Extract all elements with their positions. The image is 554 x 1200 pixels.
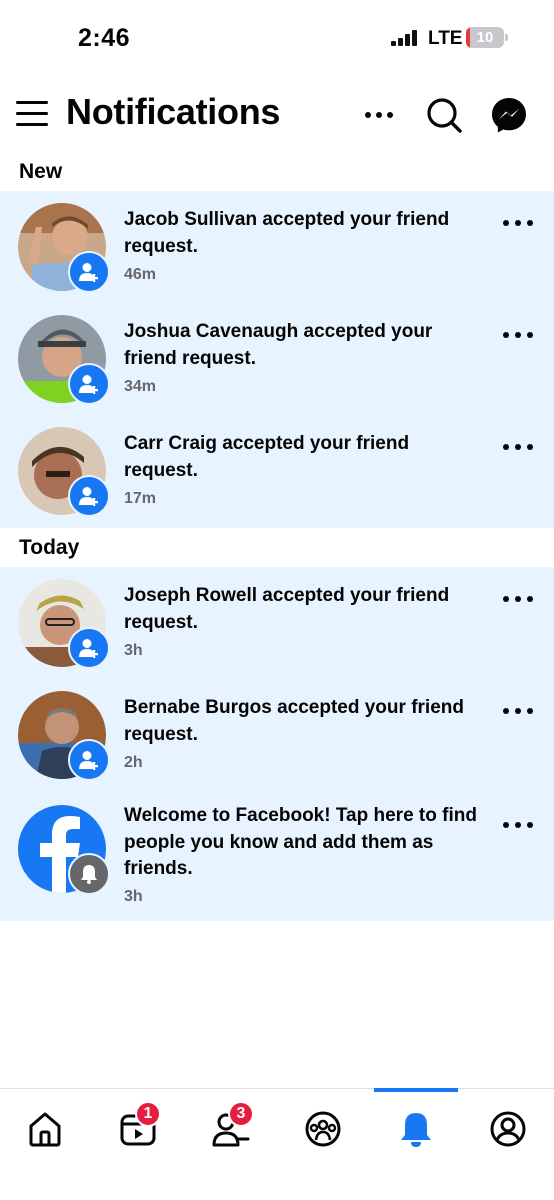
notification-time: 3h	[124, 888, 143, 905]
actor-name: Bernabe Burgos	[124, 697, 272, 718]
add-friend-icon	[68, 475, 110, 517]
actor-name: Carr Craig	[124, 433, 217, 454]
notification-item[interactable]: Welcome to Facebook! Tap here to find pe…	[0, 791, 554, 921]
notification-action: Welcome to Facebook! Tap here to find pe…	[124, 805, 477, 879]
notification-item[interactable]: Carr Craig accepted your friend request.…	[0, 415, 554, 527]
notification-time: 17m	[124, 490, 157, 507]
home-icon	[29, 1112, 61, 1147]
section-today-list: Joseph Rowell accepted your friend reque…	[0, 567, 554, 921]
notification-text: Carr Craig accepted your friend request.	[124, 431, 484, 484]
menu-icon[interactable]	[16, 99, 48, 129]
app-header: Notifications	[0, 84, 554, 146]
section-title-today: Today	[19, 536, 80, 559]
notification-item[interactable]: Joshua Cavenaugh accepted your friend re…	[0, 303, 554, 415]
add-friend-icon	[68, 739, 110, 781]
notification-text: Jacob Sullivan accepted your friend requ…	[124, 207, 484, 260]
messenger-icon[interactable]	[490, 96, 528, 134]
add-friend-icon	[68, 251, 110, 293]
notifications-icon	[401, 1113, 431, 1147]
notification-time: 2h	[124, 754, 143, 771]
section-title-new: New	[19, 160, 63, 183]
notification-time: 46m	[124, 266, 157, 283]
battery-icon: 10	[466, 27, 504, 48]
bell-icon	[68, 853, 110, 895]
battery-level: 10	[476, 29, 494, 46]
item-more-icon[interactable]	[500, 699, 536, 723]
actor-name: Joshua Cavenaugh	[124, 321, 299, 342]
status-time: 2:46	[78, 24, 131, 52]
actor-name: Joseph Rowell	[124, 585, 258, 606]
add-friend-icon	[68, 627, 110, 669]
nav-friends[interactable]: 3	[196, 1089, 266, 1173]
item-more-icon[interactable]	[500, 323, 536, 347]
nav-video[interactable]: 1	[103, 1089, 173, 1173]
notification-time: 3h	[124, 642, 143, 659]
notification-item[interactable]: Bernabe Burgos accepted your friend requ…	[0, 679, 554, 791]
status-bar: 2:46 LTE 10	[0, 0, 554, 75]
notification-item[interactable]: Joseph Rowell accepted your friend reque…	[0, 567, 554, 679]
nav-notifications[interactable]	[381, 1089, 451, 1173]
notification-text: Welcome to Facebook! Tap here to find pe…	[124, 803, 484, 883]
bottom-nav: 1 3	[0, 1088, 554, 1200]
search-icon[interactable]	[425, 96, 463, 134]
notification-item[interactable]: Jacob Sullivan accepted your friend requ…	[0, 191, 554, 303]
notification-text: Joseph Rowell accepted your friend reque…	[124, 583, 484, 636]
notification-text: Joshua Cavenaugh accepted your friend re…	[124, 319, 484, 372]
nav-profile[interactable]	[473, 1089, 543, 1173]
notification-count-badge: 1	[135, 1101, 161, 1127]
item-more-icon[interactable]	[500, 813, 536, 837]
notification-text: Bernabe Burgos accepted your friend requ…	[124, 695, 484, 748]
item-more-icon[interactable]	[500, 211, 536, 235]
nav-groups[interactable]	[288, 1089, 358, 1173]
profile-icon	[490, 1111, 526, 1147]
notification-count-badge: 3	[228, 1101, 254, 1127]
nav-home[interactable]	[10, 1089, 80, 1173]
battery-nub	[505, 34, 508, 41]
more-icon[interactable]	[362, 98, 396, 132]
item-more-icon[interactable]	[500, 587, 536, 611]
notification-time: 34m	[124, 378, 157, 395]
item-more-icon[interactable]	[500, 435, 536, 459]
page-title: Notifications	[66, 91, 281, 132]
cellular-signal-icon	[391, 30, 419, 46]
groups-icon	[305, 1111, 341, 1147]
add-friend-icon	[68, 363, 110, 405]
actor-name: Jacob Sullivan	[124, 209, 258, 230]
section-new-list: Jacob Sullivan accepted your friend requ…	[0, 191, 554, 528]
network-type: LTE	[428, 28, 463, 49]
